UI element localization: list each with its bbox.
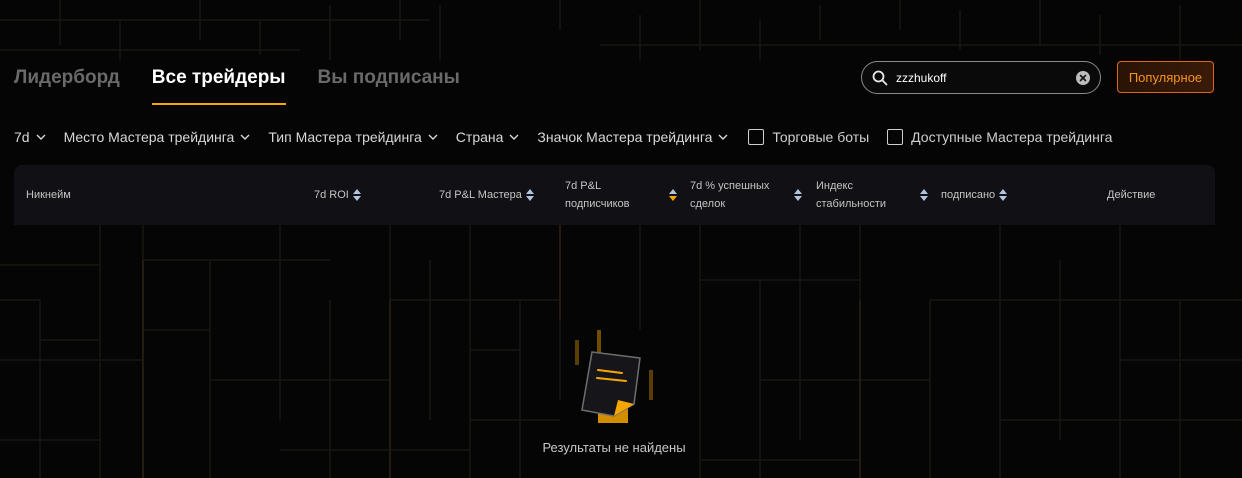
column-pnl-master-label: 7d P&L Мастера (439, 189, 522, 201)
bots-label: Торговые боты (772, 129, 870, 145)
column-action-label: Действие (1107, 189, 1156, 201)
sort-active-icon[interactable] (669, 189, 677, 201)
sort-icon[interactable] (794, 189, 802, 201)
column-winrate-label: 7d % успешных сделок (690, 177, 790, 213)
page: Лидерборд Все трейдеры Вы подписаны Попу… (0, 0, 1242, 478)
badge-label: Значок Мастера трейдинга (537, 129, 713, 145)
table-header: Никнейм 7d ROI 7d P&L Мастера 7d P&L подп… (14, 165, 1215, 225)
badge-dropdown[interactable]: Значок Мастера трейдинга (537, 129, 728, 145)
sort-icon[interactable] (525, 189, 534, 201)
empty-state-text: Результаты не найдены (542, 440, 686, 455)
chevron-down-icon (36, 134, 46, 140)
chevron-down-icon (509, 134, 519, 140)
column-subscribed-label: подписано (941, 189, 996, 201)
column-pnl-subscribers-line2: подписчиков (565, 198, 630, 210)
sort-icon[interactable] (352, 189, 361, 201)
column-pnl-master[interactable]: 7d P&L Мастера (439, 165, 534, 225)
clear-circle-icon[interactable] (1076, 70, 1090, 85)
popular-button[interactable]: Популярное (1117, 61, 1214, 93)
column-nickname: Никнейм (26, 165, 71, 225)
country-dropdown[interactable]: Страна (456, 129, 520, 145)
type-dropdown[interactable]: Тип Мастера трейдинга (268, 129, 438, 145)
tab-all-traders[interactable]: Все трейдеры (151, 66, 286, 105)
bots-checkbox-filter[interactable]: Торговые боты (746, 129, 869, 145)
column-roi[interactable]: 7d ROI (314, 165, 361, 225)
column-subscribed[interactable]: подписано (941, 165, 1008, 225)
chevron-down-icon (428, 134, 438, 140)
filter-bar: 7d Место Мастера трейдинга Тип Мастера т… (14, 127, 1128, 147)
column-stability-line2: стабильности (816, 198, 887, 210)
type-label: Тип Мастера трейдинга (268, 129, 422, 145)
tab-leaderboard[interactable]: Лидерборд (14, 66, 120, 105)
available-checkbox[interactable] (887, 129, 904, 145)
bots-checkbox[interactable] (748, 129, 765, 145)
column-pnl-subscribers-line1: 7d P&L (565, 180, 602, 192)
chevron-down-icon (240, 134, 250, 140)
empty-document-icon (570, 330, 660, 430)
tab-subscribed[interactable]: Вы подписаны (318, 66, 460, 105)
chevron-down-icon (718, 134, 728, 140)
column-action: Действие (1107, 165, 1155, 225)
search-input[interactable] (896, 70, 1076, 85)
period-label: 7d (14, 129, 30, 145)
column-pnl-subscribers-label: 7d P&L подписчиков (565, 177, 665, 213)
country-label: Страна (455, 129, 504, 145)
column-winrate-line2: сделок (690, 198, 726, 210)
search-box[interactable] (861, 61, 1101, 94)
tab-bar: Лидерборд Все трейдеры Вы подписаны (14, 66, 492, 105)
column-stability-line1: Индекс (816, 180, 853, 192)
column-winrate[interactable]: 7d % успешных сделок (690, 165, 804, 225)
column-stability-label: Индекс стабильности (816, 177, 916, 213)
place-dropdown[interactable]: Место Мастера трейдинга (64, 129, 251, 145)
available-label: Доступные Мастера трейдинга (911, 129, 1113, 145)
place-label: Место Мастера трейдинга (63, 129, 235, 145)
column-winrate-line1: 7d % успешных (690, 180, 770, 192)
available-checkbox-filter[interactable]: Доступные Мастера трейдинга (885, 129, 1112, 145)
column-nickname-label: Никнейм (26, 189, 71, 201)
column-roi-label: 7d ROI (314, 189, 349, 201)
column-stability[interactable]: Индекс стабильности (816, 165, 930, 225)
period-dropdown[interactable]: 7d (14, 129, 46, 145)
sort-icon[interactable] (999, 189, 1008, 201)
search-icon (872, 70, 888, 86)
column-pnl-subscribers[interactable]: 7d P&L подписчиков (565, 165, 679, 225)
sort-icon[interactable] (920, 189, 928, 201)
